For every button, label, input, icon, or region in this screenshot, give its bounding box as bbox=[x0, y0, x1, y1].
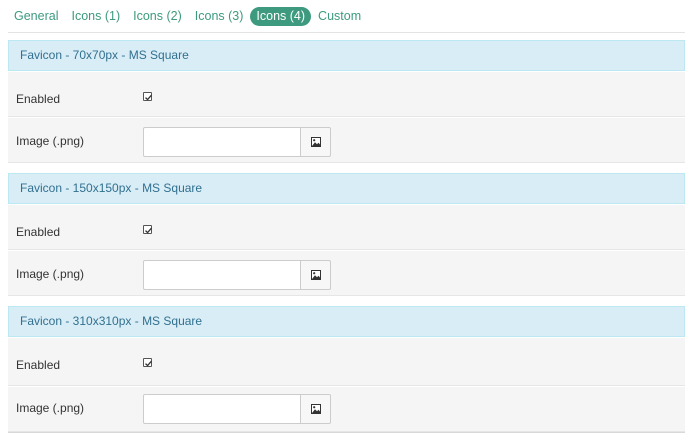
image-icon bbox=[310, 270, 321, 280]
image-path-input-310x310[interactable] bbox=[143, 394, 301, 424]
section-header-70x70: Favicon - 70x70px - MS Square bbox=[8, 40, 685, 71]
tab-custom[interactable]: Custom bbox=[312, 7, 367, 26]
image-input-group-150x150 bbox=[143, 260, 331, 290]
tab-bar: General Icons (1) Icons (2) Icons (3) Ic… bbox=[0, 0, 692, 32]
tab-icons-2[interactable]: Icons (2) bbox=[127, 7, 188, 26]
tab-icons-4[interactable]: Icons (4) bbox=[250, 6, 312, 26]
checkmark-icon bbox=[145, 94, 152, 101]
checkmark-icon bbox=[145, 360, 152, 367]
settings-panel: Favicon - 70x70px - MS Square Enabled Im… bbox=[8, 32, 685, 433]
enabled-checkbox-150x150[interactable] bbox=[143, 225, 152, 234]
image-picker-button-310x310[interactable] bbox=[301, 394, 331, 424]
enabled-label: Enabled bbox=[16, 225, 61, 239]
image-input-group-70x70 bbox=[143, 127, 331, 157]
image-path-input-150x150[interactable] bbox=[143, 260, 301, 290]
image-icon bbox=[310, 404, 321, 414]
image-input-group-310x310 bbox=[143, 394, 331, 424]
section-header-310x310: Favicon - 310x310px - MS Square bbox=[8, 306, 685, 337]
image-label: Image (.png) bbox=[16, 401, 85, 415]
image-picker-button-150x150[interactable] bbox=[301, 260, 331, 290]
image-label: Image (.png) bbox=[16, 267, 85, 281]
enabled-label: Enabled bbox=[16, 358, 61, 372]
enabled-row-70x70: Enabled bbox=[8, 72, 685, 117]
enabled-label: Enabled bbox=[16, 92, 61, 106]
enabled-row-310x310: Enabled bbox=[8, 338, 685, 386]
tab-general[interactable]: General bbox=[8, 7, 64, 26]
image-row-150x150: Image (.png) bbox=[8, 251, 685, 296]
enabled-checkbox-70x70[interactable] bbox=[143, 92, 152, 101]
image-icon bbox=[310, 137, 321, 147]
enabled-row-150x150: Enabled bbox=[8, 205, 685, 250]
image-label: Image (.png) bbox=[16, 134, 85, 148]
section-header-150x150: Favicon - 150x150px - MS Square bbox=[8, 173, 685, 204]
image-row-310x310: Image (.png) bbox=[8, 387, 685, 432]
tab-icons-1[interactable]: Icons (1) bbox=[65, 7, 126, 26]
image-path-input-70x70[interactable] bbox=[143, 127, 301, 157]
image-picker-button-70x70[interactable] bbox=[301, 127, 331, 157]
enabled-checkbox-310x310[interactable] bbox=[143, 358, 152, 367]
image-row-70x70: Image (.png) bbox=[8, 118, 685, 163]
checkmark-icon bbox=[145, 227, 152, 234]
tab-icons-3[interactable]: Icons (3) bbox=[189, 7, 250, 26]
